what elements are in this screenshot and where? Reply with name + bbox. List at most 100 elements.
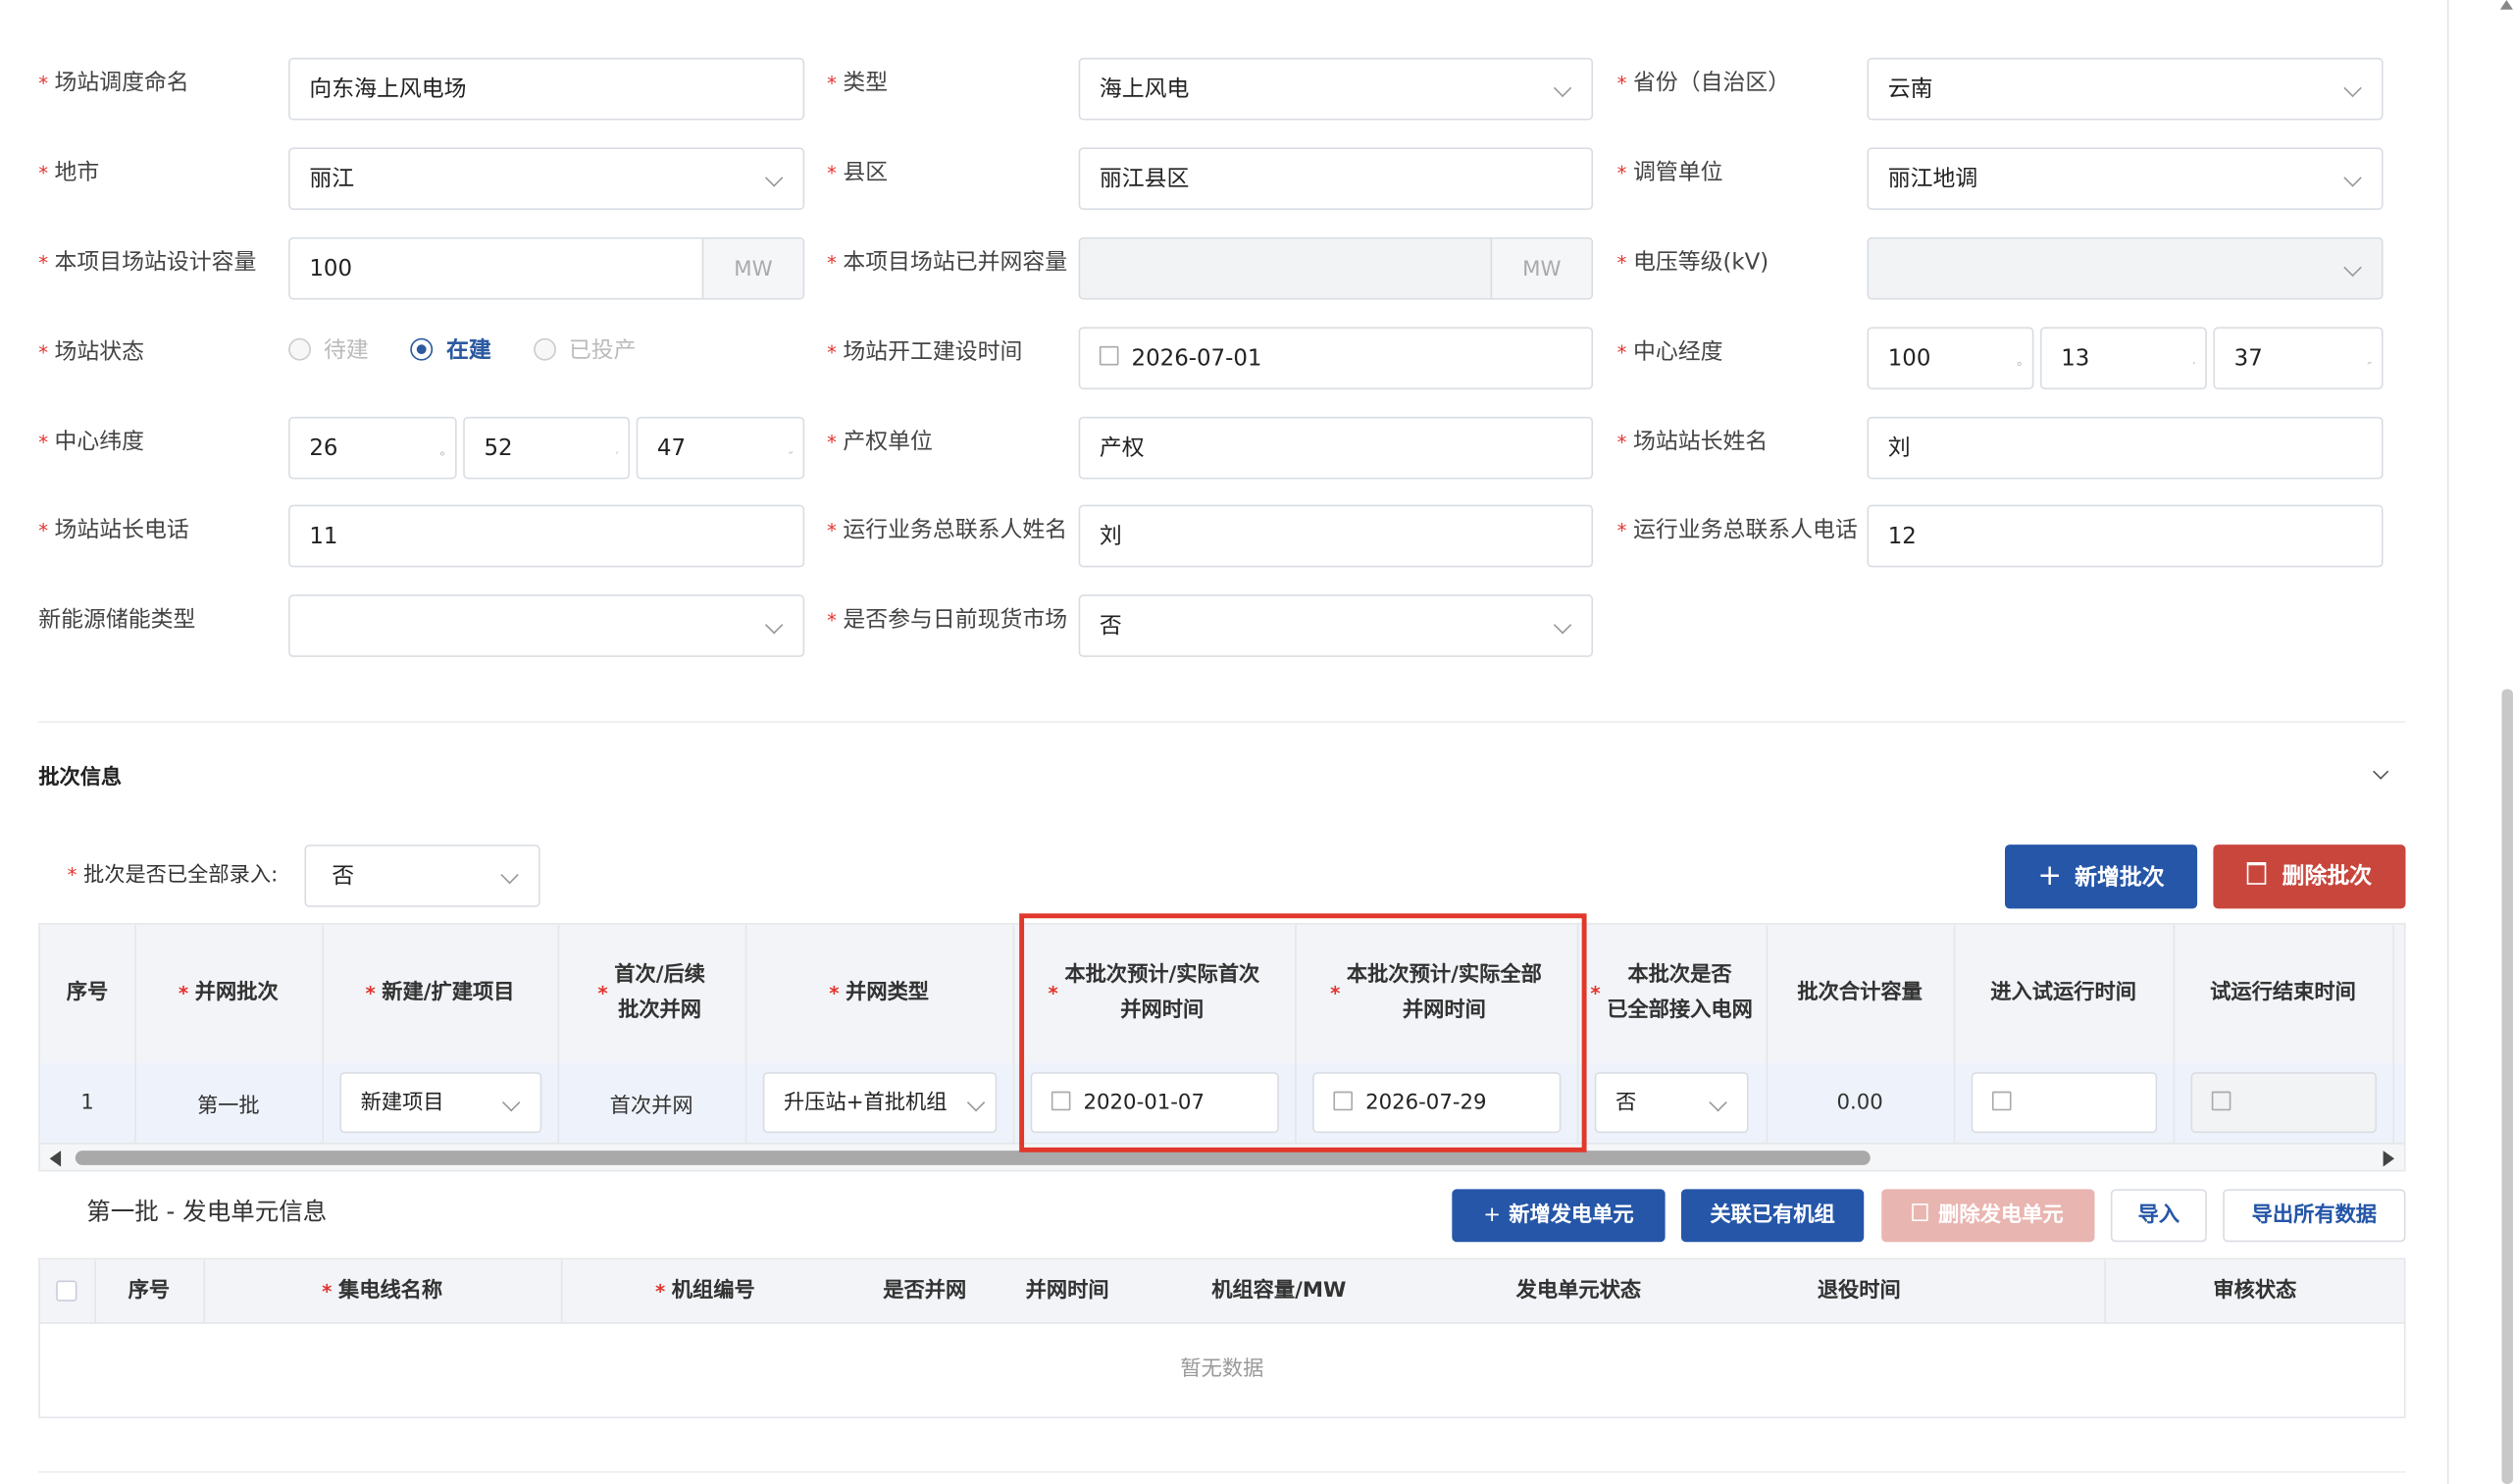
page-scrollbar-thumb[interactable]: [2501, 689, 2513, 1484]
import-button[interactable]: 导入: [2110, 1189, 2207, 1243]
batch-all-entered-select[interactable]: 否: [304, 844, 540, 907]
calendar-icon: [1991, 1090, 2012, 1110]
col-header-trial-end: 试运行结束时间: [2210, 980, 2356, 1005]
export-all-button[interactable]: 导出所有数据: [2223, 1189, 2406, 1243]
col-header-trial-start: 进入试运行时间: [1990, 980, 2136, 1005]
manager-phone-input[interactable]: 11: [288, 504, 805, 568]
page-scrollbar-track: [2446, 0, 2449, 1484]
city-select[interactable]: 丽江: [288, 147, 805, 211]
manager-name-input[interactable]: 刘: [1867, 416, 2384, 480]
latitude-minute-input[interactable]: 52 ′: [463, 416, 631, 480]
spot-market-label: * 是否参与日前现货市场: [827, 607, 1068, 634]
link-unit-button[interactable]: 关联已有机组: [1680, 1189, 1865, 1243]
chevron-down-icon: [501, 1093, 521, 1112]
col-header-unit-status: 发电单元状态: [1515, 1278, 1642, 1304]
cell-trial-start-datepicker[interactable]: [1971, 1072, 2158, 1134]
dispatch-unit-select[interactable]: 丽江地调: [1867, 147, 2384, 211]
manager-phone-label: * 场站站长电话: [38, 517, 189, 543]
longitude-degree-input[interactable]: 100 °: [1867, 327, 2034, 390]
scroll-left-icon[interactable]: [49, 1151, 62, 1167]
chevron-down-icon: [1553, 78, 1572, 98]
collapse-chevron-icon[interactable]: [2373, 763, 2389, 780]
page: * 场站调度命名 向东海上风电场 * 类型 海上风电 * 省份（自治区） 云南 * 地市…: [0, 0, 2513, 1484]
radio-operating[interactable]: 已投产: [533, 337, 637, 364]
units-title: 第一批 - 发电单元信息: [86, 1197, 328, 1226]
chevron-down-icon: [1553, 615, 1572, 635]
dispatch-unit-label: * 调管单位: [1616, 160, 1723, 186]
station-name-input[interactable]: 向东海上风电场: [288, 57, 805, 121]
property-unit-input[interactable]: 产权: [1078, 416, 1594, 480]
add-batch-button[interactable]: + 新增批次: [2005, 844, 2198, 909]
cell-trial-end-datepicker[interactable]: [2190, 1072, 2378, 1134]
add-unit-button[interactable]: + 新增发电单元: [1452, 1189, 1666, 1243]
radio-pending[interactable]: 待建: [288, 337, 369, 364]
scroll-right-icon[interactable]: [2383, 1151, 2395, 1167]
col-header-is-connected: 是否并网: [883, 1278, 967, 1304]
col-header-first-later: * 首次/后续 批次并网: [597, 962, 705, 1023]
province-select[interactable]: 云南: [1867, 57, 2384, 121]
units-table: 序号 * 集电线名称 * 机组编号 是否并网 并网时间 机组容量/MW 发电单元状态…: [38, 1257, 2406, 1419]
col-header-feeder-name: * 集电线名称: [322, 1278, 443, 1304]
longitude-minute-input[interactable]: 13 ′: [2039, 327, 2207, 390]
station-status-radio-group: 待建 在建 已投产: [288, 333, 637, 369]
station-status-label: * 场站状态: [38, 339, 145, 366]
cell-index: 1: [80, 1090, 94, 1115]
batch-all-entered-label: * 批次是否已全部录入:: [67, 863, 279, 889]
delete-batch-button[interactable]: 删除批次: [2213, 844, 2406, 909]
cell-capacity: 0.00: [1836, 1090, 1883, 1115]
ops-contact-phone-input[interactable]: 12: [1867, 504, 2384, 568]
scrollbar-thumb[interactable]: [75, 1151, 1871, 1165]
plus-icon: +: [2037, 858, 2063, 894]
select-all-checkbox[interactable]: [56, 1280, 77, 1302]
col-header-grid-type: * 并网类型: [829, 980, 930, 1005]
radio-checked-icon: [411, 337, 434, 361]
col-header-review-status: 审核状态: [2213, 1278, 2297, 1304]
cell-grid-type-select[interactable]: 升压站+首批机组: [762, 1072, 998, 1134]
station-name-label: * 场站调度命名: [38, 70, 189, 97]
col-header-index: 序号: [66, 980, 109, 1005]
latitude-second-input[interactable]: 47 ″: [636, 416, 805, 480]
chevron-down-icon: [764, 169, 784, 187]
col-header-unit-capacity: 机组容量/MW: [1211, 1278, 1347, 1304]
bottom-divider: [38, 1470, 2406, 1473]
cell-batch: 第一批: [196, 1094, 260, 1118]
design-capacity-input[interactable]: 100 MW: [288, 236, 805, 300]
col-header-connect-time: 并网时间: [1025, 1278, 1109, 1304]
type-select[interactable]: 海上风电: [1078, 57, 1594, 121]
ops-contact-name-label: * 运行业务总联系人姓名: [827, 517, 1068, 543]
latitude-degree-input[interactable]: 26 °: [288, 416, 457, 480]
radio-building[interactable]: 在建: [411, 337, 491, 364]
property-unit-label: * 产权单位: [827, 429, 933, 456]
trash-icon: [2246, 862, 2267, 885]
longitude-second-input[interactable]: 37 ″: [2213, 327, 2384, 390]
design-capacity-label: * 本项目场站设计容量: [38, 249, 257, 277]
col-header-all-connected: * 本批次是否 已全部接入电网: [1590, 962, 1753, 1023]
col-header-batch: * 并网批次: [178, 980, 279, 1005]
scroll-up-icon[interactable]: [2499, 0, 2513, 10]
county-label: * 县区: [827, 160, 889, 186]
col-header-unit-index: 序号: [128, 1278, 171, 1304]
construction-start-datepicker[interactable]: 2026-07-01: [1078, 327, 1594, 390]
chevron-down-icon: [2343, 258, 2362, 278]
cell-project-select[interactable]: 新建项目: [339, 1072, 542, 1134]
county-input[interactable]: 丽江县区: [1078, 147, 1594, 211]
chevron-down-icon: [764, 615, 784, 635]
voltage-level-select[interactable]: [1867, 236, 2384, 300]
center-longitude-label: * 中心经度: [1616, 339, 1723, 366]
batch-section-title: 批次信息: [38, 766, 123, 791]
construction-start-label: * 场站开工建设时间: [827, 339, 1023, 366]
connected-capacity-input[interactable]: MW: [1078, 236, 1594, 300]
chevron-down-icon: [500, 865, 519, 885]
storage-type-select[interactable]: [288, 594, 805, 657]
col-header-retire-time: 退役时间: [1817, 1278, 1901, 1304]
cell-all-connected-select[interactable]: 否: [1594, 1072, 1749, 1134]
ops-contact-name-input[interactable]: 刘: [1078, 504, 1594, 568]
delete-unit-button[interactable]: 删除发电单元: [1881, 1189, 2095, 1243]
spot-market-select[interactable]: 否: [1078, 594, 1594, 657]
trash-icon: [1913, 1203, 1929, 1222]
calendar-icon: [1099, 345, 1119, 366]
province-label: * 省份（自治区）: [1616, 70, 1791, 97]
connected-capacity-label: * 本项目场站已并网容量: [827, 249, 1068, 277]
ops-contact-phone-label: * 运行业务总联系人电话: [1616, 517, 1858, 543]
radio-icon: [288, 337, 311, 361]
